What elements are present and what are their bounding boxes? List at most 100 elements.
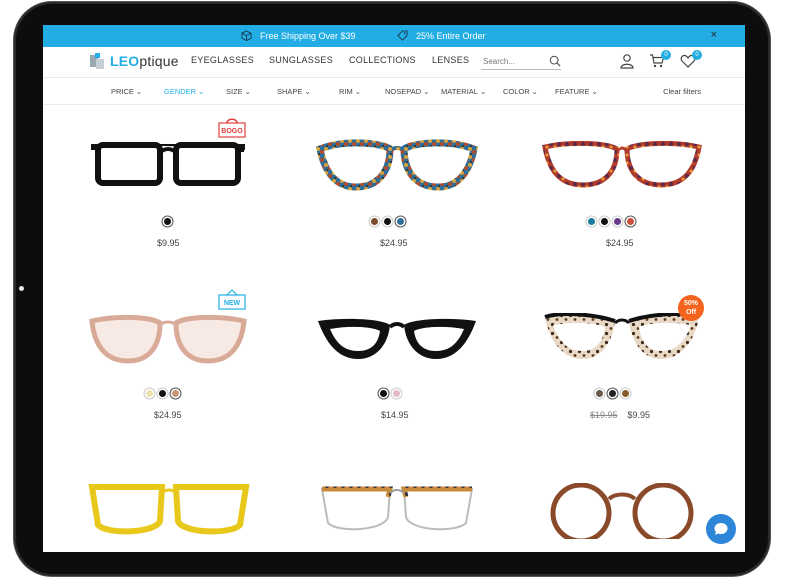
color-swatches <box>380 390 400 397</box>
chevron-down-icon: ⌄ <box>591 87 598 96</box>
chevron-down-icon: ⌄ <box>198 87 205 96</box>
chat-button[interactable] <box>706 514 736 544</box>
product-card[interactable] <box>83 475 253 552</box>
chevron-down-icon: ⌄ <box>531 87 538 96</box>
filter-size[interactable]: SIZE ⌄ <box>226 87 251 96</box>
wishlist-button[interactable]: 0 <box>680 50 702 74</box>
product-price: $24.95 <box>154 410 182 420</box>
logo[interactable]: LEOptique <box>90 53 179 69</box>
color-swatches <box>588 218 634 225</box>
filter-price[interactable]: PRICE ⌄ <box>111 87 142 96</box>
filter-nosepad[interactable]: NOSEPAD ⌄ <box>385 87 429 96</box>
chevron-down-icon: ⌄ <box>423 87 430 96</box>
chevron-down-icon: ⌄ <box>135 87 143 96</box>
color-swatch[interactable] <box>172 390 179 397</box>
chevron-down-icon: ⌄ <box>479 87 487 96</box>
site-header: LEOptique EYEGLASSES SUNGLASSES COLLECTI… <box>43 47 745 78</box>
chevron-down-icon: ⌄ <box>244 87 251 96</box>
product-image[interactable] <box>316 483 478 539</box>
color-swatch[interactable] <box>622 390 629 397</box>
product-image[interactable] <box>541 483 703 539</box>
product-card[interactable] <box>313 475 483 552</box>
color-swatch[interactable] <box>146 390 153 397</box>
product-image[interactable] <box>541 141 703 193</box>
product-price: $24.95 <box>380 238 408 248</box>
nav-lenses[interactable]: LENSES <box>432 55 469 65</box>
product-card[interactable]: $24.95 <box>538 133 708 253</box>
search-icon[interactable] <box>549 54 561 68</box>
color-swatch[interactable] <box>601 218 608 225</box>
color-swatch[interactable] <box>393 390 400 397</box>
product-price: $19.95 $9.95 <box>590 410 650 420</box>
color-swatch[interactable] <box>164 218 171 225</box>
color-swatch[interactable] <box>596 390 603 397</box>
screen: Free Shipping Over $39 25% Entire Order … <box>43 25 745 552</box>
new-badge: NEW <box>218 289 246 310</box>
cart-count-badge: 0 <box>661 50 671 60</box>
filter-shape[interactable]: SHAPE ⌄ <box>277 87 311 96</box>
box-icon <box>241 30 252 41</box>
color-swatches <box>371 218 404 225</box>
product-card[interactable] <box>538 475 708 552</box>
product-sale-price: $9.95 <box>627 410 651 420</box>
chevron-down-icon: ⌄ <box>304 87 311 96</box>
color-swatches <box>596 390 629 397</box>
tablet-camera <box>19 286 24 291</box>
promo-close-button[interactable]: × <box>711 29 717 41</box>
search-box <box>481 53 561 70</box>
color-swatch[interactable] <box>609 390 616 397</box>
chevron-down-icon: ⌄ <box>354 87 362 96</box>
wishlist-count-badge: 0 <box>692 50 702 60</box>
product-card[interactable]: BOGO $9.95 <box>83 118 253 253</box>
filter-bar: PRICE ⌄ GENDER ⌄ SIZE ⌄ SHAPE ⌄ RIM ⌄ NOSEPAD… <box>43 78 745 105</box>
color-swatch[interactable] <box>159 390 166 397</box>
nav-eyeglasses[interactable]: EYEGLASSES <box>191 55 254 65</box>
product-image[interactable] <box>316 139 478 195</box>
product-price: $14.95 <box>381 410 409 420</box>
product-card[interactable]: $14.95 <box>313 305 483 425</box>
filter-material[interactable]: MATERIAL ⌄ <box>441 87 486 96</box>
promo-shipping-text: Free Shipping Over $39 <box>260 30 356 41</box>
svg-text:BOGO: BOGO <box>221 128 243 135</box>
nav-collections[interactable]: COLLECTIONS <box>349 55 416 65</box>
promo-discount-text: 25% Entire Order <box>416 30 486 41</box>
color-swatch[interactable] <box>384 218 391 225</box>
account-icon[interactable] <box>619 53 635 69</box>
logo-text: LEOptique <box>110 53 179 69</box>
nav-sunglasses[interactable]: SUNGLASSES <box>269 55 333 65</box>
promo-shipping: Free Shipping Over $39 <box>241 30 356 41</box>
product-image[interactable] <box>541 313 703 367</box>
filter-gender[interactable]: GENDER ⌄ <box>164 87 204 96</box>
chat-bubble-icon <box>714 523 728 535</box>
color-swatch[interactable] <box>588 218 595 225</box>
color-swatch[interactable] <box>397 218 404 225</box>
clear-filters-link[interactable]: Clear filters <box>663 87 701 96</box>
color-swatch[interactable] <box>627 218 634 225</box>
color-swatch[interactable] <box>371 218 378 225</box>
product-image[interactable] <box>316 315 478 365</box>
product-card[interactable]: 50% Off $19.95 $9.95 <box>538 295 708 425</box>
product-card[interactable]: $24.95 <box>313 133 483 253</box>
promo-bar: Free Shipping Over $39 25% Entire Order … <box>43 25 745 47</box>
logo-mark <box>90 53 106 69</box>
color-swatches <box>146 390 179 397</box>
promo-discount: 25% Entire Order <box>397 30 486 41</box>
filter-feature[interactable]: FEATURE ⌄ <box>555 87 598 96</box>
product-image[interactable] <box>90 140 246 188</box>
svg-text:NEW: NEW <box>224 300 241 307</box>
color-swatches <box>164 218 171 225</box>
search-input[interactable] <box>481 55 543 67</box>
sale-badge: 50% Off <box>678 295 704 321</box>
cart-button[interactable]: 0 <box>649 50 671 74</box>
color-swatch[interactable] <box>614 218 621 225</box>
filter-rim[interactable]: RIM ⌄ <box>339 87 361 96</box>
product-price: $24.95 <box>606 238 634 248</box>
product-image[interactable] <box>88 483 250 539</box>
product-price: $9.95 <box>157 238 180 248</box>
product-card[interactable]: NEW $24.95 <box>83 289 253 425</box>
tag-icon <box>397 30 408 41</box>
product-old-price: $19.95 <box>590 410 618 420</box>
filter-color[interactable]: COLOR ⌄ <box>503 87 538 96</box>
color-swatch[interactable] <box>380 390 387 397</box>
product-image[interactable] <box>88 313 248 367</box>
